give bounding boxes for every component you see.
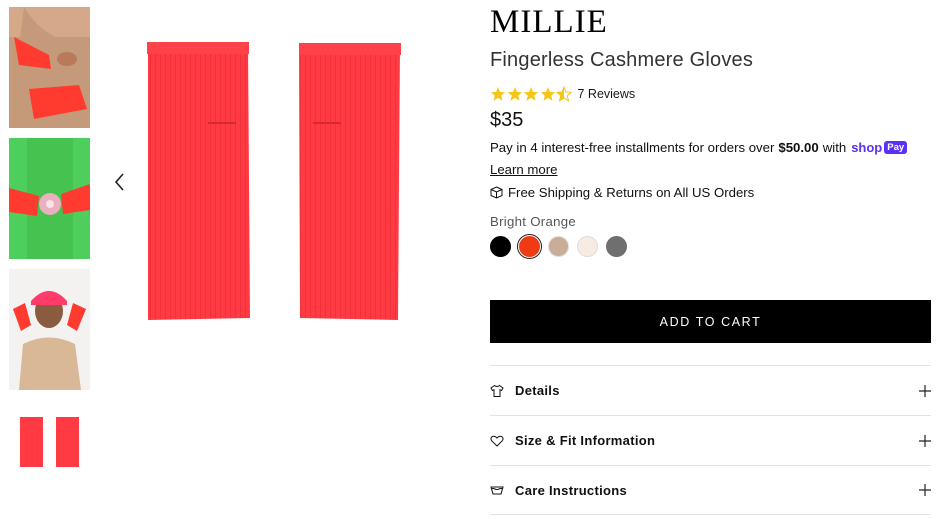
reviews-count-link[interactable]: 7 Reviews (578, 87, 636, 101)
shop-pay-logo: shop Pay (851, 139, 908, 156)
installments-text: Pay in 4 interest-free installments for … (490, 140, 775, 155)
heart-icon (490, 435, 504, 447)
accordion-size-fit[interactable]: Size & Fit Information (490, 415, 931, 465)
thumbnail-gallery (9, 7, 90, 519)
accordion-size-fit-label: Size & Fit Information (515, 433, 656, 448)
plus-icon (919, 384, 931, 397)
product-accordion: Details Size & Fit Information Care Inst… (490, 365, 931, 515)
accordion-details-label: Details (515, 383, 560, 398)
star-icon (523, 87, 539, 101)
accordion-care-label: Care Instructions (515, 482, 628, 498)
installments-suffix: with (822, 140, 847, 155)
accordion-details[interactable]: Details (490, 365, 931, 415)
previous-image-button[interactable] (110, 168, 128, 196)
learn-more-link[interactable]: Learn more (490, 161, 557, 178)
product-price: $35 (490, 109, 524, 131)
swatch-black[interactable] (490, 236, 511, 257)
main-product-image (100, 0, 460, 360)
right-glove-image (299, 43, 401, 320)
accordion-care[interactable]: Care Instructions (490, 465, 931, 515)
thumbnail-4[interactable] (9, 400, 90, 519)
left-glove-image (147, 42, 250, 320)
star-icon (540, 87, 555, 101)
brand-logo: MILLIE (490, 4, 608, 40)
add-to-cart-button[interactable]: ADD TO CART (490, 300, 931, 343)
star-icon (490, 87, 506, 101)
color-swatches (490, 234, 635, 259)
star-rating (490, 86, 573, 102)
thumbnail-3[interactable] (9, 269, 90, 390)
shop-pay-installments: Pay in 4 interest-free installments for … (490, 139, 908, 156)
swatch-grey[interactable] (606, 236, 627, 257)
swatch-bright-orange[interactable] (517, 234, 542, 259)
plus-icon (919, 434, 931, 447)
product-title: Fingerless Cashmere Gloves (490, 49, 754, 71)
basin-icon (490, 486, 504, 495)
star-icon (507, 87, 522, 101)
plus-icon (919, 484, 931, 496)
shipping-info: Free Shipping & Returns on All US Orders (490, 184, 754, 201)
thumbnail-1[interactable] (9, 7, 90, 128)
selected-color-name: Bright Orange (490, 214, 576, 229)
shop-pay-badge: Pay (884, 141, 908, 154)
rating[interactable]: 7 Reviews (490, 85, 635, 103)
half-star-icon (556, 86, 572, 102)
swatch-cream[interactable] (577, 236, 598, 257)
package-icon (490, 186, 503, 199)
installments-threshold: $50.00 (778, 140, 819, 155)
thumbnail-2[interactable] (9, 138, 90, 259)
swatch-tan[interactable] (548, 236, 569, 257)
chevron-left-icon (114, 173, 124, 191)
shop-pay-word: shop (851, 140, 883, 155)
shirt-icon (490, 384, 504, 397)
shipping-text: Free Shipping & Returns on All US Orders (508, 185, 755, 200)
